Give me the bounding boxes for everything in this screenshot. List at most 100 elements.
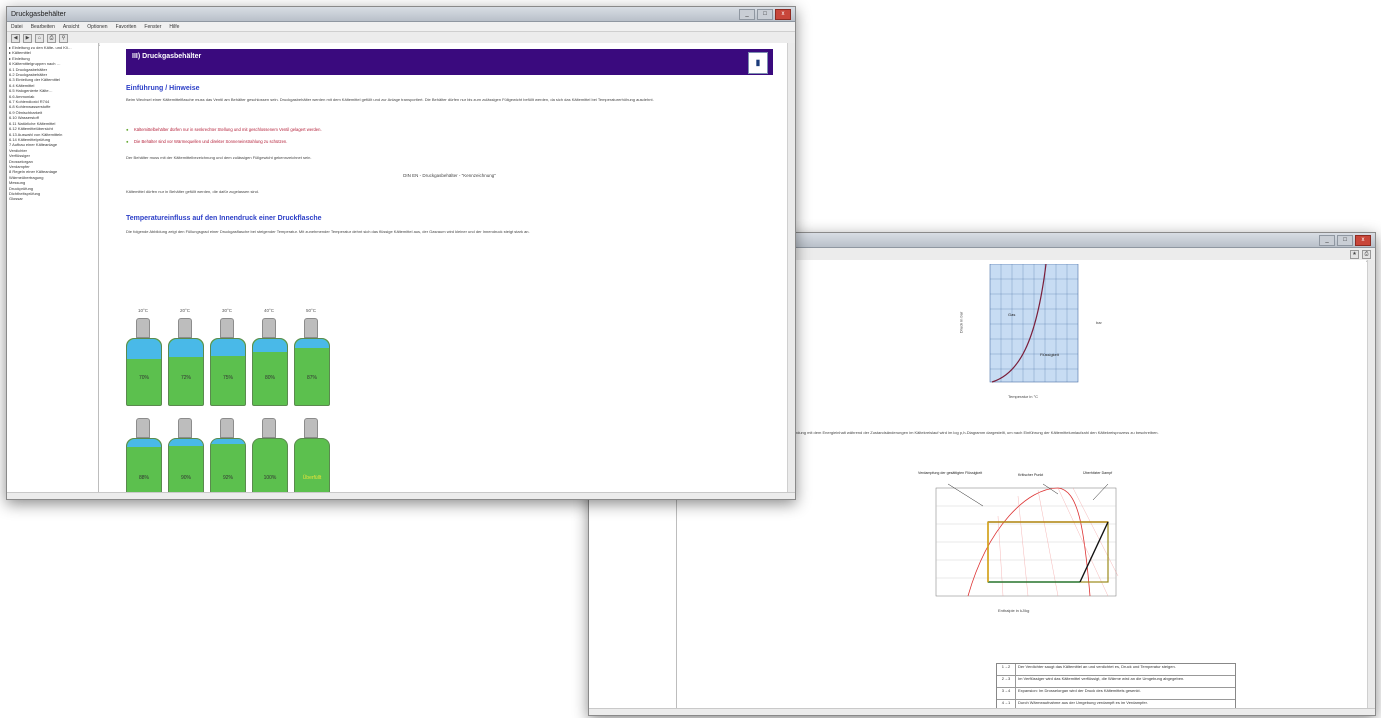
menu-view[interactable]: Ansicht bbox=[63, 24, 79, 30]
bottle-fill-label: 75% bbox=[222, 375, 233, 381]
bottle-fill-label: 88% bbox=[138, 475, 149, 481]
table-row: 2→3 Im Verflüssiger wird das Kältemittel … bbox=[997, 676, 1235, 688]
bottle-valve-icon bbox=[136, 418, 150, 438]
bottle-temperature: 10°C bbox=[137, 308, 149, 313]
bottle-valve-icon bbox=[136, 318, 150, 338]
chart1-x-label: Temperatur in °C bbox=[1008, 394, 1038, 399]
gas-bottle: 70% bbox=[126, 318, 162, 406]
app-logo-icon: ▮ bbox=[748, 52, 768, 74]
bottle-gas-space bbox=[169, 439, 203, 446]
temperature-paragraph: Die folgende Abbildung zeigt den Füllung… bbox=[126, 229, 530, 234]
bottle-temperature: 40°C bbox=[263, 308, 275, 313]
bottle-body: 100% bbox=[252, 438, 288, 492]
bottle-valve-icon bbox=[178, 418, 192, 438]
minimize-button[interactable]: _ bbox=[739, 8, 755, 20]
bottle-fill-label: Überfüllt bbox=[302, 475, 322, 481]
home-icon[interactable]: ⌂ bbox=[35, 34, 44, 43]
status-bar bbox=[589, 708, 1375, 715]
bottle-gas-space bbox=[127, 439, 161, 447]
bottle-valve-icon bbox=[220, 318, 234, 338]
menu-options[interactable]: Optionen bbox=[87, 24, 107, 30]
gas-bottle: 72% bbox=[168, 318, 204, 406]
back-icon[interactable]: ◀ bbox=[11, 34, 20, 43]
close-button[interactable]: x bbox=[1355, 234, 1371, 246]
tree-item[interactable]: Glossar bbox=[9, 196, 96, 201]
vertical-scrollbar[interactable] bbox=[1367, 260, 1375, 708]
bottle-valve-icon bbox=[220, 418, 234, 438]
status-bar bbox=[7, 492, 795, 499]
page-title: III) Druckgasbehälter bbox=[132, 53, 202, 60]
content-area: III) Druckgasbehälter ▮ Einführung / Hin… bbox=[100, 43, 787, 492]
menu-help[interactable]: Hilfe bbox=[169, 24, 179, 30]
bottle-valve-icon bbox=[262, 418, 276, 438]
menu-file[interactable]: Datei bbox=[11, 24, 23, 30]
callout-saturated-liquid: Verdampfung der gesättigten Flüssigkeit bbox=[918, 471, 982, 475]
callout-superheated-vapor: Überhitzter Dampf bbox=[1083, 471, 1112, 475]
menu-favorites[interactable]: Favoriten bbox=[116, 24, 137, 30]
bottle-gas-space bbox=[169, 339, 203, 358]
section-title-intro: Einführung / Hinweise bbox=[126, 85, 200, 92]
bottle-body: Überfüllt bbox=[294, 438, 330, 492]
bottle-fill-label: 90% bbox=[180, 475, 191, 481]
bottle-body: 90% bbox=[168, 438, 204, 492]
warning-icon: ● bbox=[126, 139, 129, 144]
navigation-tree[interactable]: ▸ Einleitung zu den Kälte- und Kli… ▸ Käl… bbox=[7, 43, 99, 492]
bottle-fill-label: 100% bbox=[263, 475, 277, 481]
chart1-gas-label: Gas bbox=[1008, 312, 1015, 317]
bottle-temperature: 50°C bbox=[305, 308, 317, 313]
print-icon[interactable]: ⎙ bbox=[1362, 250, 1371, 259]
minimize-button[interactable]: _ bbox=[1319, 234, 1335, 246]
pressure-temperature-chart: Gas Flüssigkeit Temperatur in °C bbox=[989, 264, 1079, 399]
bottle-gas-space bbox=[127, 339, 161, 359]
gas-bottle: 75% bbox=[210, 318, 246, 406]
search-icon[interactable]: ⚲ bbox=[59, 34, 68, 43]
callout-critical-point: Kritischer Punkt bbox=[1018, 473, 1043, 477]
maximize-button[interactable]: □ bbox=[757, 8, 773, 20]
menu-bar: Datei Bearbeiten Ansicht Optionen Favori… bbox=[7, 22, 795, 32]
favorite-icon[interactable]: ★ bbox=[1350, 250, 1359, 259]
bottle-gas-space bbox=[295, 339, 329, 348]
bottle-valve-icon bbox=[304, 318, 318, 338]
vertical-scrollbar[interactable] bbox=[787, 43, 795, 492]
bottle-fill-label: 70% bbox=[138, 375, 149, 381]
table-row: 1→2 Der Verdichter saugt das Kältemittel … bbox=[997, 664, 1235, 676]
warning-text-1: Kältemittelbehälter dürfen nur in senkre… bbox=[134, 127, 322, 132]
bottle-body: 75% bbox=[210, 338, 246, 406]
gas-bottle: 88% bbox=[126, 418, 162, 492]
window-title: Druckgasbehälter bbox=[11, 10, 66, 18]
bottle-valve-icon bbox=[178, 318, 192, 338]
bottle-body: 72% bbox=[168, 338, 204, 406]
maximize-button[interactable]: □ bbox=[1337, 234, 1353, 246]
bottle-body: 92% bbox=[210, 438, 246, 492]
table-row: 3→4 Expansion: Im Drosselorgan wird der D… bbox=[997, 688, 1235, 700]
bottle-fill-label: 72% bbox=[180, 375, 191, 381]
bottle-body: 87% bbox=[294, 338, 330, 406]
process-steps-table: 1→2 Der Verdichter saugt das Kältemittel … bbox=[996, 663, 1236, 708]
chart1-right-label: bar bbox=[1096, 320, 1102, 325]
gas-bottle: 80% bbox=[252, 318, 288, 406]
gas-bottle: Überfüllt bbox=[294, 418, 330, 492]
section-title-temperature: Temperatureinfluss auf den Innendruck ei… bbox=[126, 215, 322, 222]
menu-edit[interactable]: Bearbeiten bbox=[31, 24, 55, 30]
warning-text-2: Die Behälter sind vor Wärmequellen und d… bbox=[134, 139, 288, 144]
menu-window[interactable]: Fenster bbox=[144, 24, 161, 30]
bottle-body: 70% bbox=[126, 338, 162, 406]
intro-paragraph-2: Der Behälter muss mit der Kältemittelbez… bbox=[126, 155, 312, 160]
bottle-gas-space bbox=[253, 339, 287, 353]
bottle-fill-label: 87% bbox=[306, 375, 317, 381]
bottle-temperature: 30°C bbox=[221, 308, 233, 313]
warning-icon: ● bbox=[126, 127, 129, 132]
warning-note: ● Kältemittelbehälter dürfen nur in senkr… bbox=[126, 127, 773, 132]
bottle-body: 80% bbox=[252, 338, 288, 406]
bottle-temperature: 20°C bbox=[179, 308, 191, 313]
print-icon[interactable]: ⎙ bbox=[47, 34, 56, 43]
forward-icon[interactable]: ▶ bbox=[23, 34, 32, 43]
bottle-fill-label: 92% bbox=[222, 475, 233, 481]
close-button[interactable]: x bbox=[775, 8, 791, 20]
bottle-gas-space bbox=[211, 339, 245, 356]
gas-bottle: 90% bbox=[168, 418, 204, 492]
gas-bottle: 87% bbox=[294, 318, 330, 406]
gas-bottle: 92% bbox=[210, 418, 246, 492]
gas-bottle: 100% bbox=[252, 418, 288, 492]
logph-diagram: Verdampfung der gesättigten Flüssigkeit … bbox=[918, 471, 1119, 613]
